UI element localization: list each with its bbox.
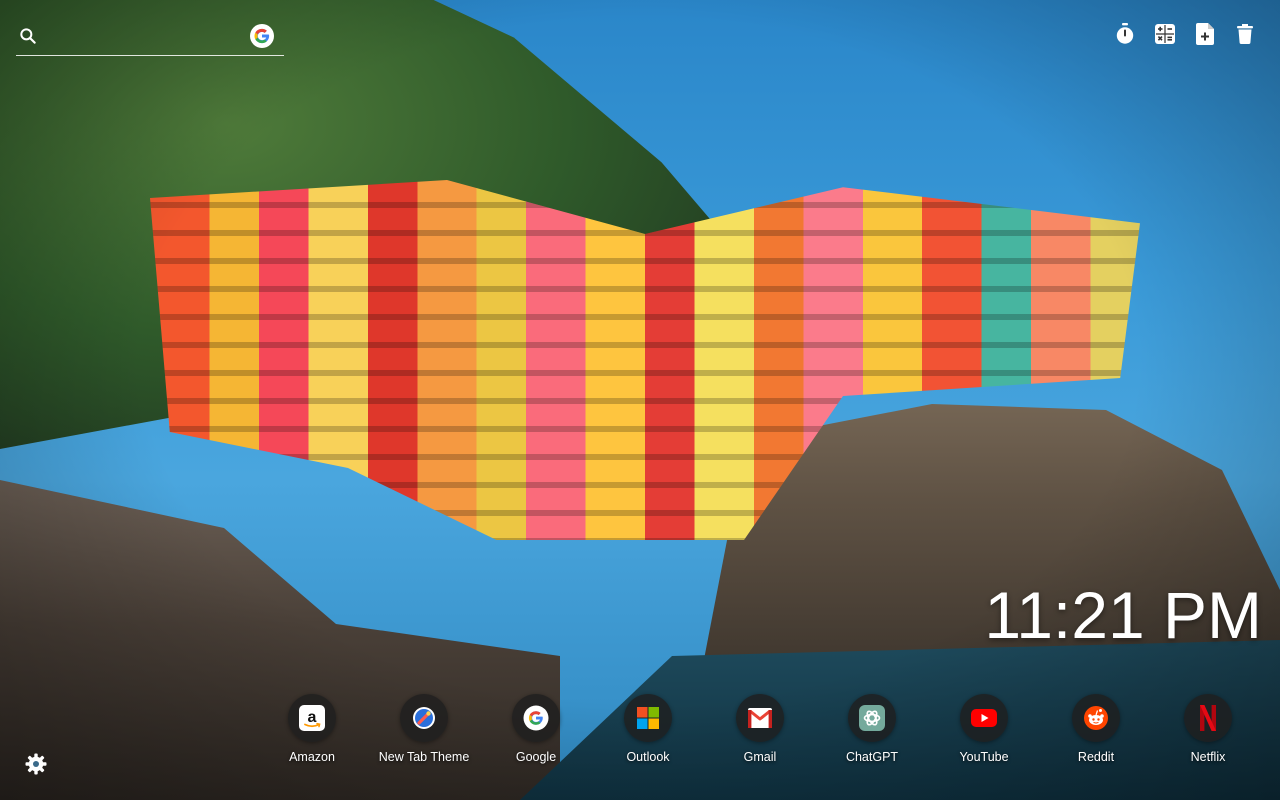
search-input[interactable] [48, 24, 248, 50]
gear-icon [24, 753, 48, 780]
search-bar [16, 18, 284, 56]
shortcut-label: Netflix [1190, 750, 1226, 764]
shortcut-label: Google [515, 750, 557, 764]
add-note-button[interactable] [1194, 22, 1216, 50]
shortcut-amazon[interactable]: a Amazon [256, 694, 368, 774]
wallpaper-image [0, 0, 1280, 800]
wallpaper-vignette [0, 0, 1280, 800]
shortcut-outlook[interactable]: Outlook [592, 694, 704, 774]
shortcut-label: New Tab Theme [378, 750, 470, 764]
shortcut-label: ChatGPT [845, 750, 899, 764]
shortcut-label: Reddit [1077, 750, 1115, 764]
timer-icon [1115, 22, 1135, 50]
settings-button[interactable] [24, 752, 48, 776]
delete-button[interactable] [1234, 23, 1256, 49]
shortcut-gmail[interactable]: Gmail [704, 694, 816, 774]
calculator-button[interactable] [1154, 23, 1176, 49]
chatgpt-icon [848, 694, 896, 742]
shortcut-new-tab-theme[interactable]: New Tab Theme [368, 694, 480, 774]
top-toolbar [1114, 22, 1256, 50]
shortcut-label: Amazon [289, 750, 335, 764]
calculator-icon [1155, 23, 1175, 49]
shortcut-netflix[interactable]: Netflix [1152, 694, 1264, 774]
netflix-icon [1184, 694, 1232, 742]
add-note-icon [1196, 22, 1214, 50]
timer-button[interactable] [1114, 22, 1136, 50]
shortcut-chatgpt[interactable]: ChatGPT [816, 694, 928, 774]
shortcut-reddit[interactable]: Reddit [1040, 694, 1152, 774]
shortcuts-dock: a Amazon New Tab Theme Google Outlook Gm… [256, 694, 1264, 774]
shortcut-google[interactable]: Google [480, 694, 592, 774]
outlook-icon [624, 694, 672, 742]
youtube-icon [960, 694, 1008, 742]
shortcut-label: YouTube [959, 750, 1009, 764]
svg-text:a: a [308, 709, 317, 726]
gmail-icon [736, 694, 784, 742]
shortcut-label: Gmail [743, 750, 777, 764]
new-tab-theme-icon [400, 694, 448, 742]
google-icon [512, 694, 560, 742]
google-g-icon[interactable] [250, 24, 274, 48]
amazon-icon: a [288, 694, 336, 742]
search-icon[interactable] [18, 26, 38, 46]
reddit-icon [1072, 694, 1120, 742]
clock-display: 11:21 PM [984, 578, 1262, 652]
shortcut-label: Outlook [626, 750, 670, 764]
trash-icon [1237, 23, 1253, 49]
shortcut-youtube[interactable]: YouTube [928, 694, 1040, 774]
